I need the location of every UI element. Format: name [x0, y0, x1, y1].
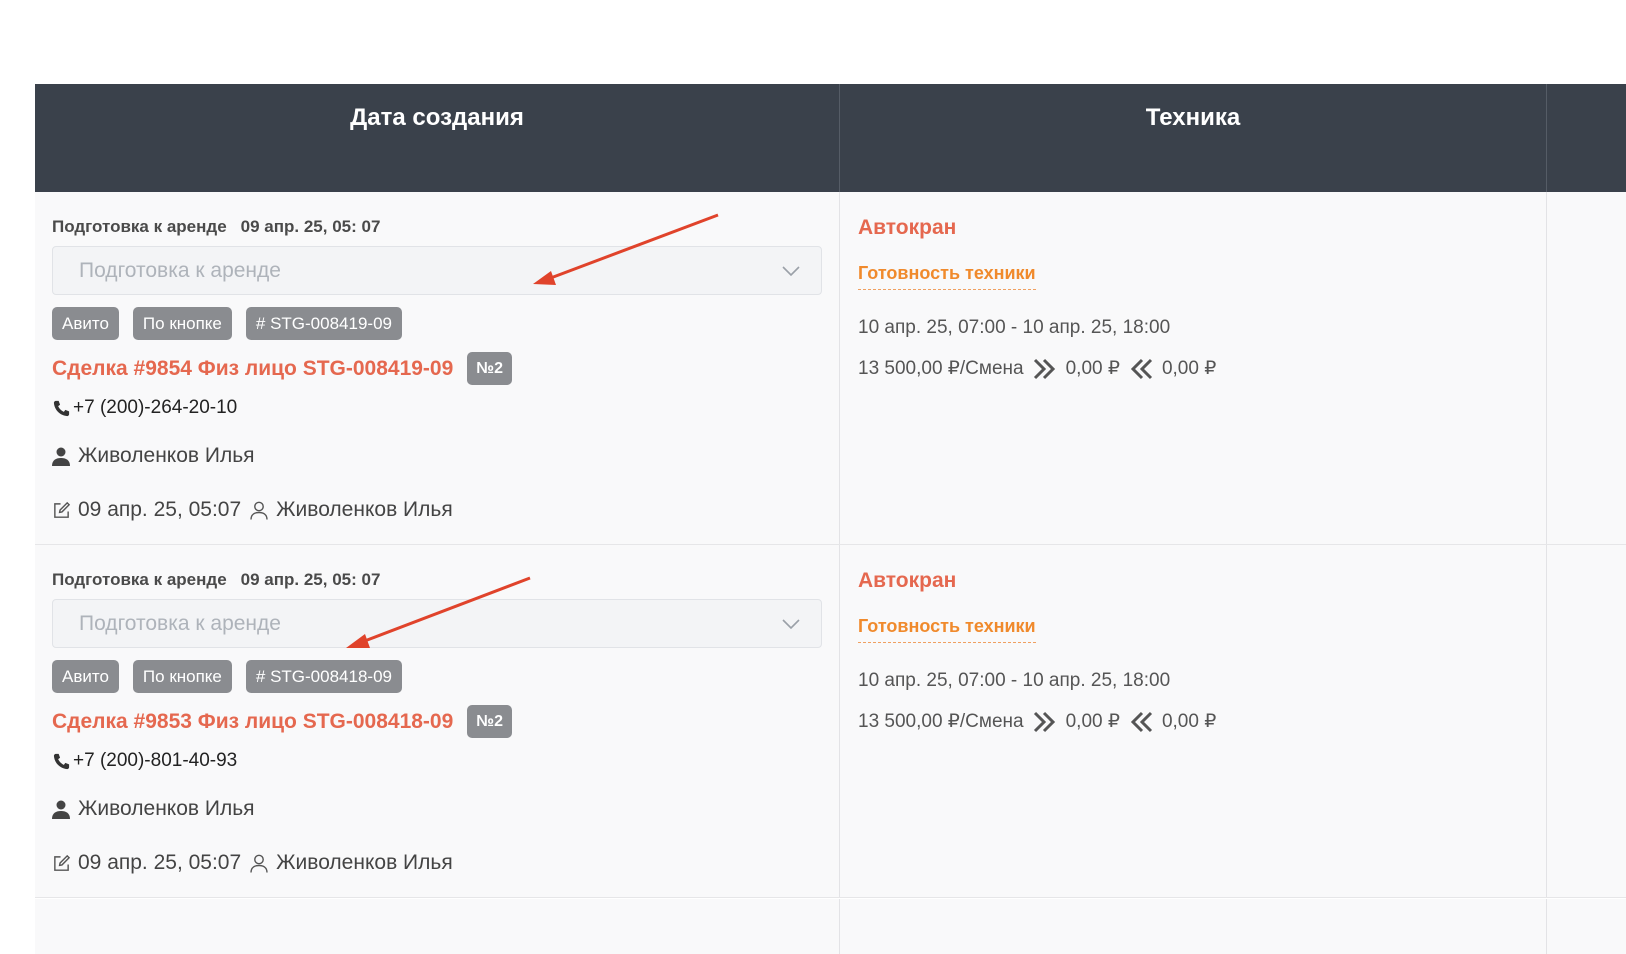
- deals-table: Дата создания Техника Подготовка к аренд…: [35, 84, 1626, 898]
- tag-list: Авито По кнопке # STG-008418-09: [52, 660, 402, 693]
- status-date: 09 апр. 25, 05: 07: [240, 570, 381, 589]
- chevron-down-icon: [782, 266, 800, 277]
- equipment-cell: Автокран Готовность техники 10 апр. 25, …: [840, 545, 1547, 897]
- user-outline-icon: [250, 854, 268, 873]
- created-cell: Подготовка к аренде 09 апр. 25, 05: 07 По…: [35, 545, 840, 897]
- edited-date: 09 апр. 25, 05:07: [78, 498, 242, 521]
- double-chevron-right-icon: [1033, 711, 1055, 732]
- deal-line: Сделка #9854 Физ лицо STG-008419-09 №2: [52, 352, 513, 385]
- manager-name: Живоленков Илья: [78, 444, 255, 467]
- table-row[interactable]: Подготовка к аренде 09 апр. 25, 05: 07 По…: [35, 192, 1626, 545]
- double-chevron-right-icon: [1033, 358, 1055, 379]
- return-amount: 0,00 ₽: [1161, 711, 1217, 732]
- status-select[interactable]: Подготовка к аренде: [52, 246, 822, 295]
- tag-code: # STG-008419-09: [245, 307, 402, 340]
- deal-number-badge: №2: [467, 705, 513, 738]
- edit-icon: [54, 501, 71, 518]
- column-header-next: [1547, 84, 1626, 192]
- edited-info: 09 апр. 25, 05:07 Живоленков Илья: [52, 851, 453, 875]
- status-label: Подготовка к аренде: [52, 217, 227, 236]
- status-date: 09 апр. 25, 05: 07: [240, 217, 381, 236]
- user-icon: [52, 447, 70, 466]
- price-per-shift: 13 500,00 ₽/Смена: [858, 711, 1024, 732]
- table-header: Дата создания Техника: [35, 84, 1626, 192]
- tag-channel: По кнопке: [132, 660, 232, 693]
- status-line: Подготовка к аренде 09 апр. 25, 05: 07: [52, 570, 380, 590]
- next-row-partial: [35, 899, 1626, 954]
- edited-info: 09 апр. 25, 05:07 Живоленков Илья: [52, 498, 453, 522]
- double-chevron-left-icon: [1130, 358, 1153, 379]
- user-outline-icon: [250, 501, 268, 520]
- deal-link[interactable]: Сделка #9853 Физ лицо STG-008418-09: [52, 710, 453, 734]
- deal-link[interactable]: Сделка #9854 Физ лицо STG-008419-09: [52, 357, 453, 381]
- readiness-link[interactable]: Готовность техники: [858, 616, 1036, 643]
- equipment-link[interactable]: Автокран: [858, 569, 956, 593]
- status-line: Подготовка к аренде 09 апр. 25, 05: 07: [52, 217, 380, 237]
- price-line: 13 500,00 ₽/Смена 0,00 ₽ 0,00 ₽: [858, 357, 1216, 380]
- equipment-cell: Автокран Готовность техники 10 апр. 25, …: [840, 192, 1547, 544]
- edited-by: Живоленков Илья: [276, 851, 453, 874]
- phone-icon: [53, 400, 70, 416]
- rental-period: 10 апр. 25, 07:00 - 10 апр. 25, 18:00: [858, 317, 1171, 338]
- next-cell: [1547, 192, 1626, 544]
- equipment-link[interactable]: Автокран: [858, 216, 956, 240]
- column-divider: [839, 899, 840, 954]
- rental-period: 10 апр. 25, 07:00 - 10 апр. 25, 18:00: [858, 670, 1171, 691]
- price-per-shift: 13 500,00 ₽/Смена: [858, 358, 1024, 379]
- manager-name: Живоленков Илья: [78, 797, 255, 820]
- tag-list: Авито По кнопке # STG-008419-09: [52, 307, 402, 340]
- client-manager: Живоленков Илья: [52, 444, 255, 468]
- delivery-amount: 0,00 ₽: [1065, 358, 1120, 379]
- deal-number-badge: №2: [467, 352, 513, 385]
- table-row[interactable]: Подготовка к аренде 09 апр. 25, 05: 07 По…: [35, 545, 1626, 898]
- next-cell: [1547, 545, 1626, 897]
- price-line: 13 500,00 ₽/Смена 0,00 ₽ 0,00 ₽: [858, 710, 1216, 733]
- column-divider: [1546, 899, 1547, 954]
- status-select[interactable]: Подготовка к аренде: [52, 599, 822, 648]
- client-manager: Живоленков Илья: [52, 797, 255, 821]
- readiness-link[interactable]: Готовность техники: [858, 263, 1036, 290]
- client-phone[interactable]: +7 (200)-801-40-93: [52, 750, 237, 772]
- phone-number: +7 (200)-801-40-93: [73, 750, 238, 771]
- double-chevron-left-icon: [1130, 711, 1153, 732]
- column-header-created[interactable]: Дата создания: [35, 84, 840, 192]
- created-cell: Подготовка к аренде 09 апр. 25, 05: 07 По…: [35, 192, 840, 544]
- user-icon: [52, 800, 70, 819]
- tag-source: Авито: [52, 307, 119, 340]
- tag-code: # STG-008418-09: [245, 660, 402, 693]
- chevron-down-icon: [782, 619, 800, 630]
- phone-number: +7 (200)-264-20-10: [73, 397, 238, 418]
- tag-source: Авито: [52, 660, 119, 693]
- client-phone[interactable]: +7 (200)-264-20-10: [52, 397, 237, 419]
- edited-by: Живоленков Илья: [276, 498, 453, 521]
- edit-icon: [54, 854, 71, 871]
- status-label: Подготовка к аренде: [52, 570, 227, 589]
- deal-line: Сделка #9853 Физ лицо STG-008418-09 №2: [52, 705, 513, 738]
- column-header-equipment[interactable]: Техника: [840, 84, 1547, 192]
- delivery-amount: 0,00 ₽: [1065, 711, 1120, 732]
- status-select-placeholder: Подготовка к аренде: [79, 259, 281, 282]
- status-select-placeholder: Подготовка к аренде: [79, 612, 281, 635]
- edited-date: 09 апр. 25, 05:07: [78, 851, 242, 874]
- tag-channel: По кнопке: [132, 307, 232, 340]
- return-amount: 0,00 ₽: [1161, 358, 1217, 379]
- phone-icon: [53, 753, 70, 769]
